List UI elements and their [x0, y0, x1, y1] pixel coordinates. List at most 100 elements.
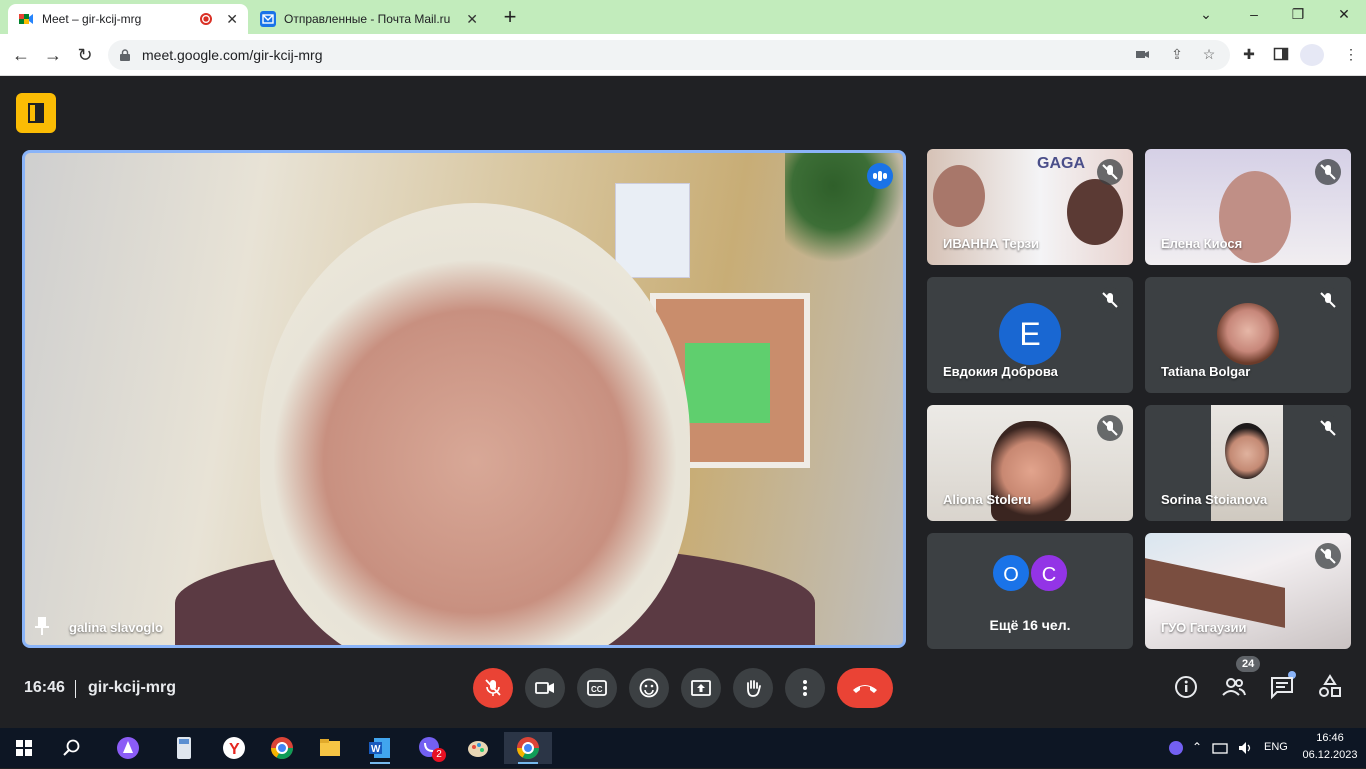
browser-toolbar: ← → ↻ meet.google.com/gir-kcij-mrg ⇪ ☆ ✚…: [0, 34, 1366, 76]
windows-logo-icon: [16, 740, 32, 756]
minimize-icon[interactable]: –: [1240, 4, 1268, 26]
person-photo: [1225, 423, 1269, 479]
forward-icon[interactable]: →: [40, 42, 66, 68]
participant-tile[interactable]: E Евдокия Доброва: [927, 277, 1133, 393]
word-app[interactable]: W: [364, 732, 396, 764]
bookmark-star-icon[interactable]: ☆: [1200, 46, 1218, 64]
share-icon[interactable]: ⇪: [1168, 46, 1186, 64]
chrome-app[interactable]: [266, 732, 298, 764]
reactions-button[interactable]: [629, 668, 669, 708]
participant-tile[interactable]: Елена Киося: [1145, 149, 1351, 265]
alice-app[interactable]: [112, 732, 144, 764]
address-bar[interactable]: meet.google.com/gir-kcij-mrg ⇪ ☆: [108, 40, 1230, 70]
meet-stage: galina slavoglo GAGA ИВАННА Терзи Елена …: [0, 77, 1366, 728]
file-explorer-app[interactable]: [314, 732, 346, 764]
hangup-icon: [853, 685, 877, 693]
chrome-icon: [271, 737, 293, 759]
meeting-info-button[interactable]: [16, 93, 56, 133]
calculator-app[interactable]: [168, 732, 200, 764]
participant-photo: [1217, 303, 1279, 365]
leave-call-button[interactable]: [837, 668, 893, 708]
new-tab-button[interactable]: +: [498, 6, 522, 30]
search-button[interactable]: [56, 732, 88, 764]
participant-name: Евдокия Доброва: [943, 364, 1058, 379]
activities-button[interactable]: [1317, 674, 1343, 700]
extensions-icon[interactable]: ✚: [1240, 46, 1258, 64]
volume-icon[interactable]: [1238, 740, 1254, 756]
main-speaker-tile[interactable]: galina slavoglo: [22, 150, 906, 648]
tab-mail[interactable]: Отправленные - Почта Mail.ru ✕: [250, 4, 488, 34]
more-options-button[interactable]: [785, 668, 825, 708]
pin-icon[interactable]: [35, 617, 49, 635]
participant-avatar: C: [1029, 553, 1069, 593]
camera-in-use-icon[interactable]: [1134, 46, 1152, 64]
chrome-meet-icon: [517, 737, 539, 759]
door-icon: [28, 103, 44, 123]
participant-name: Елена Киося: [1161, 236, 1243, 251]
meeting-control-bar: 16:46 gir-kcij-mrg CC 24: [0, 656, 1366, 712]
people-button[interactable]: [1221, 674, 1247, 700]
info-icon: [1175, 676, 1197, 698]
raise-hand-button[interactable]: [733, 668, 773, 708]
people-icon: [1222, 678, 1246, 696]
profile-avatar[interactable]: [1300, 44, 1324, 66]
back-icon[interactable]: ←: [8, 42, 34, 68]
present-icon: [691, 680, 711, 696]
wall-paper: [685, 343, 770, 423]
network-icon[interactable]: [1212, 740, 1228, 756]
participant-tile[interactable]: GAGA ИВАННА Терзи: [927, 149, 1133, 265]
close-tab-icon[interactable]: ✕: [466, 11, 478, 28]
chrome-active-app[interactable]: [504, 732, 552, 764]
paint-app[interactable]: [462, 732, 494, 764]
viber-app[interactable]: 2: [414, 732, 446, 764]
chat-button[interactable]: [1269, 674, 1295, 700]
tab-search-icon[interactable]: ⌄: [1192, 4, 1220, 26]
speaker-video: [260, 203, 690, 645]
captions-button[interactable]: CC: [577, 668, 617, 708]
start-button[interactable]: [8, 732, 40, 764]
participant-avatar: E: [999, 303, 1061, 365]
speaking-indicator-icon: [867, 163, 893, 189]
main-speaker-name: galina slavoglo: [69, 620, 163, 635]
menu-dots-icon[interactable]: ⋮: [1342, 46, 1360, 64]
tray-clock-date[interactable]: 06.12.2023: [1302, 749, 1358, 761]
tray-clock-time[interactable]: 16:46: [1302, 732, 1358, 744]
close-tab-icon[interactable]: ✕: [226, 11, 238, 28]
microphone-toggle-button[interactable]: [473, 668, 513, 708]
meeting-time: 16:46: [24, 679, 65, 696]
emoji-icon: [639, 678, 659, 698]
participant-tile[interactable]: ГУО Гагаузии: [1145, 533, 1351, 649]
show-hidden-icons-icon[interactable]: ⌃: [1192, 740, 1208, 756]
more-participants-label: Ещё 16 чел.: [989, 617, 1071, 633]
svg-text:CC: CC: [591, 685, 603, 694]
meeting-details-button[interactable]: [1173, 674, 1199, 700]
language-indicator[interactable]: ENG: [1264, 741, 1288, 753]
activities-icon: [1319, 674, 1341, 697]
tab-meet[interactable]: Meet – gir-kcij-mrg ✕: [8, 4, 248, 34]
lock-icon: [120, 48, 130, 61]
tab-title: Meet – gir-kcij-mrg: [42, 12, 142, 26]
wall-emblem: [615, 183, 690, 278]
url-text: meet.google.com/gir-kcij-mrg: [142, 47, 323, 63]
participant-name: ГУО Гагаузии: [1161, 620, 1247, 635]
participant-tile[interactable]: Tatiana Bolgar: [1145, 277, 1351, 393]
viber-tray-icon[interactable]: [1168, 740, 1184, 756]
side-panel-icon[interactable]: [1272, 46, 1290, 64]
windows-taskbar: Y W 2 ⌃ ENG 16:46 06.12.2023: [0, 728, 1366, 768]
participant-tile[interactable]: Sorina Stoianova: [1145, 405, 1351, 521]
restore-icon[interactable]: ❐: [1284, 4, 1312, 26]
search-icon: [63, 739, 80, 756]
browser-tab-strip: Meet – gir-kcij-mrg ✕ Отправленные - Поч…: [0, 0, 1366, 34]
close-window-icon[interactable]: ✕: [1330, 4, 1358, 26]
present-screen-button[interactable]: [681, 668, 721, 708]
participant-name: ИВАННА Терзи: [943, 236, 1039, 251]
participant-name: Aliona Stoleru: [943, 492, 1032, 507]
participant-tile[interactable]: Aliona Stoleru: [927, 405, 1133, 521]
viber-badge: 2: [432, 748, 446, 762]
person-photo: [1067, 179, 1123, 245]
more-participants-tile[interactable]: O C Ещё 16 чел.: [927, 533, 1133, 649]
camera-toggle-button[interactable]: [525, 668, 565, 708]
hand-icon: [747, 680, 761, 697]
yandex-browser-app[interactable]: Y: [218, 732, 250, 764]
reload-icon[interactable]: ↻: [72, 42, 98, 68]
